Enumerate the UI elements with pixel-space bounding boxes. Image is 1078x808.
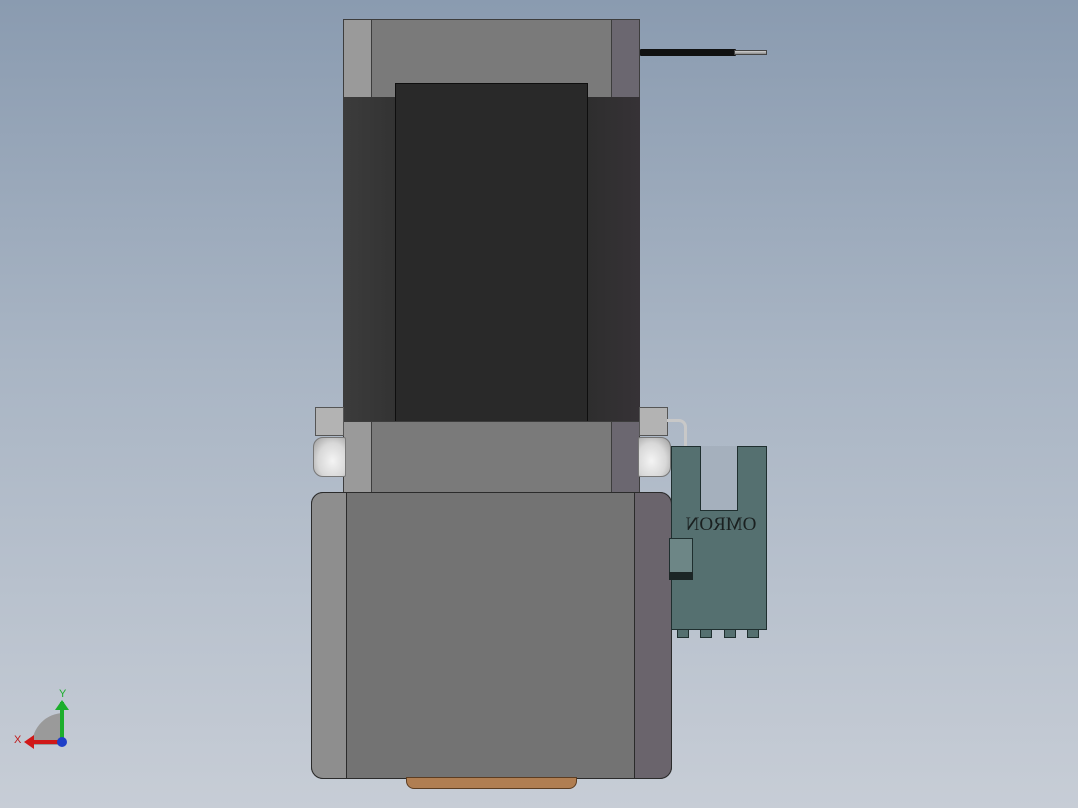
bracket-tab-left[interactable] xyxy=(315,407,344,436)
omron-sensor-pin xyxy=(677,629,689,638)
gearbox-right-face xyxy=(634,492,672,779)
motor-label-panel[interactable] xyxy=(395,83,588,436)
triad-x-label: X xyxy=(14,734,22,746)
gearbox-left-face xyxy=(311,492,347,779)
motor-cable[interactable] xyxy=(640,49,736,56)
omron-sensor-clip-shadow xyxy=(669,572,693,580)
bracket-tab-right[interactable] xyxy=(639,407,668,436)
motor-front-plate[interactable] xyxy=(343,421,640,494)
omron-sensor-slot xyxy=(700,446,738,511)
triad-x-arrow-icon xyxy=(24,735,34,749)
motor-front-plate-right-face xyxy=(611,421,640,494)
gearbox-housing[interactable] xyxy=(311,492,672,779)
omron-sensor-pin xyxy=(700,629,712,638)
sensor-hook-wire[interactable] xyxy=(667,419,687,449)
motor-rear-plate-right-face xyxy=(611,19,640,98)
motor-rear-plate-left-face xyxy=(343,19,372,98)
motor-front-plate-left-face xyxy=(343,421,372,494)
output-flange[interactable] xyxy=(406,777,577,789)
cad-graphics-viewport[interactable]: OMRON Y X xyxy=(0,0,1078,808)
triad-z-axis-dot xyxy=(57,737,67,747)
washer-left[interactable] xyxy=(313,437,346,477)
motor-stator-right-face xyxy=(587,97,640,422)
motor-cable-tip[interactable] xyxy=(734,50,767,55)
motor-stator-left-face xyxy=(343,97,396,422)
omron-sensor-pin xyxy=(747,629,759,638)
omron-sensor-brand-text: OMRON xyxy=(685,514,757,535)
triad-y-label: Y xyxy=(59,688,67,700)
triad-y-arrow-icon xyxy=(55,700,69,710)
omron-sensor-pin xyxy=(724,629,736,638)
omron-sensor-base xyxy=(671,590,767,630)
